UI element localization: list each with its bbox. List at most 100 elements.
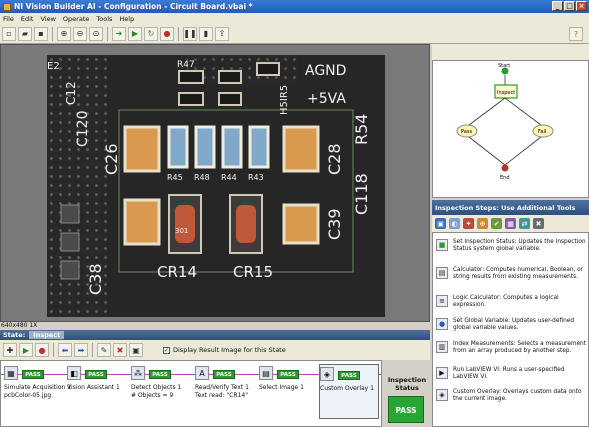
delete-step-icon[interactable]: ✖ <box>113 343 127 357</box>
board-label-c28: C28 <box>325 143 344 175</box>
zoom-in-icon[interactable]: ⊕ <box>57 26 71 41</box>
minimize-button[interactable]: _ <box>552 1 563 11</box>
move-right-icon[interactable]: ➡ <box>74 343 88 357</box>
image-size-label: 640x480 1X <box>0 322 430 330</box>
toolbar-separator <box>52 26 53 41</box>
menu-edit[interactable]: Edit <box>21 15 34 23</box>
step-pass-badge: PASS <box>22 370 44 379</box>
step-pass-badge: PASS <box>338 371 360 380</box>
run-inspection-icon[interactable]: ▶ <box>128 26 142 41</box>
board-label-r45: R45 <box>167 173 183 182</box>
save-icon[interactable]: ▪ <box>34 26 48 41</box>
additional-tools-tab[interactable]: ✖ <box>533 218 544 229</box>
toolbar: ▫ ▰ ▪ ⊕ ⊖ ⊙ ➜ ▶ ↻ ● ❚❚ ▮ ⇪ ? <box>0 24 589 44</box>
zoom-fit-icon[interactable]: ⊙ <box>89 26 103 41</box>
calculator-icon: ▤ <box>436 267 448 279</box>
window-title: NI Vision Builder AI - Configuration - C… <box>14 2 253 11</box>
help-icon[interactable]: ? <box>569 27 583 41</box>
menu-view[interactable]: View <box>40 15 55 23</box>
custom-overlay-icon: ◈ <box>436 389 448 401</box>
edit-step-icon[interactable]: ✎ <box>97 343 111 357</box>
step-category-tabs: ▣ ◐ ✦ ⊕ ✔ ▦ ⇄ ✖ <box>432 215 589 232</box>
menu-tools[interactable]: Tools <box>96 15 112 23</box>
measure-features-tab[interactable]: ⊕ <box>477 218 488 229</box>
pass-label: Pass <box>461 129 472 135</box>
state-label: State: <box>3 331 26 339</box>
inspection-status-label: Inspection Status <box>387 376 427 392</box>
board-label-r43: R43 <box>248 173 264 182</box>
enhance-images-tab[interactable]: ◐ <box>449 218 460 229</box>
check-presence-tab[interactable]: ✔ <box>491 218 502 229</box>
tool-description: Run LabVIEW VI: Runs a user-specified La… <box>453 367 565 380</box>
board-label-c26: C26 <box>102 143 121 175</box>
communicate-tab[interactable]: ⇄ <box>519 218 530 229</box>
move-left-icon[interactable]: ⬅ <box>58 343 72 357</box>
board-label-c120: C120 <box>75 111 91 148</box>
identify-parts-tab[interactable]: ▦ <box>505 218 516 229</box>
vision-assistant-icon: ◧ <box>67 366 81 380</box>
acquire-images-tab[interactable]: ▣ <box>435 218 446 229</box>
step-pass-badge: PASS <box>149 370 171 379</box>
step-name: Select Image 1 <box>259 384 304 391</box>
start-label: Start <box>498 63 510 69</box>
global-variable-icon: ● <box>436 318 448 330</box>
menu-file[interactable]: File <box>3 15 14 23</box>
step-name: Vision Assistant 1 <box>67 384 120 391</box>
step-custom-overlay[interactable]: ◈ PASS Custom Overlay 1 <box>319 364 379 419</box>
run-step-icon[interactable]: ➜ <box>112 26 126 41</box>
state-diagram[interactable]: Start Inspect Pass Fail End <box>432 60 589 198</box>
tool-description: Set Inspection Status: Updates the Inspe… <box>453 239 586 252</box>
board-label-r47: R47 <box>177 60 195 70</box>
app-icon <box>3 2 11 11</box>
pause-icon[interactable]: ❚❚ <box>183 26 197 41</box>
board-label-e2: E2 <box>47 61 60 72</box>
loop-icon[interactable]: ↻ <box>144 26 158 41</box>
circuit-board-image: AGND +5VA C26 C28 R54 C118 C39 C38 CR14 … <box>47 55 385 317</box>
zoom-out-icon[interactable]: ⊖ <box>73 26 87 41</box>
step-toolbar: ✚ ▶ ● ⬅ ➡ ✎ ✖ ▣ ✓ Display Result Image f… <box>0 340 430 360</box>
step-result: pcbColor-05.jpg <box>4 392 52 399</box>
open-icon[interactable]: ▰ <box>18 26 32 41</box>
board-label-r44: R44 <box>221 173 237 182</box>
labview-vi-icon: ▶ <box>436 367 448 379</box>
screenshot-icon[interactable]: ▣ <box>129 343 143 357</box>
end-label: End <box>500 175 510 181</box>
stop-icon[interactable]: ● <box>160 26 174 41</box>
board-label-r48: R48 <box>194 173 210 182</box>
state-bar: State: Inspect <box>0 330 430 340</box>
board-label-cr14: CR14 <box>157 263 197 281</box>
deploy-icon[interactable]: ⇪ <box>215 26 229 41</box>
inspection-status-panel: Inspection Status PASS <box>383 360 431 427</box>
menu-operate[interactable]: Operate <box>63 15 89 23</box>
image-display[interactable]: AGND +5VA C26 C28 R54 C118 C39 C38 CR14 … <box>0 44 430 322</box>
close-button[interactable]: × <box>576 1 587 11</box>
menu-help[interactable]: Help <box>119 15 134 23</box>
stop-step-icon[interactable]: ● <box>35 343 49 357</box>
custom-overlay-icon: ◈ <box>320 367 334 381</box>
step-vision-assistant[interactable]: ◧ PASS Vision Assistant 1 <box>67 364 125 419</box>
logic-calculator-icon: ≡ <box>436 295 448 307</box>
display-result-option[interactable]: ✓ Display Result Image for this State <box>163 346 286 354</box>
end-node[interactable] <box>501 164 509 172</box>
step-pass-badge: PASS <box>277 370 299 379</box>
step-select-image[interactable]: ▤ PASS Select Image 1 <box>259 364 315 419</box>
tool-description: Index Measurements: Selects a measuremen… <box>453 341 586 354</box>
run-step-icon[interactable]: ▶ <box>19 343 33 357</box>
title-bar: NI Vision Builder AI - Configuration - C… <box>0 0 589 13</box>
step-read-verify-text[interactable]: A PASS Read/Verify Text 1 Text read: "CR… <box>195 364 253 419</box>
maximize-button[interactable]: □ <box>564 1 575 11</box>
add-step-icon[interactable]: ✚ <box>3 343 17 357</box>
display-result-label: Display Result Image for this State <box>173 346 286 354</box>
performance-icon[interactable]: ▮ <box>199 26 213 41</box>
board-label-h5ir5: H5IR5 <box>279 85 290 115</box>
step-pass-badge: PASS <box>213 370 235 379</box>
state-value: Inspect <box>29 331 65 339</box>
acquisition-icon: ▦ <box>4 366 18 380</box>
inspection-step-strip: ▦ PASS Simulate Acquisition 1 pcbColor-0… <box>0 360 382 427</box>
inspect-label: Inspect <box>497 90 515 96</box>
locate-features-tab[interactable]: ✦ <box>463 218 474 229</box>
new-icon[interactable]: ▫ <box>2 26 16 41</box>
display-result-checkbox[interactable]: ✓ <box>163 346 170 354</box>
step-simulate-acquisition[interactable]: ▦ PASS Simulate Acquisition 1 pcbColor-0… <box>4 364 71 419</box>
step-detect-objects[interactable]: ⁂ PASS Detect Objects 1 # Objects = 9 <box>131 364 189 419</box>
